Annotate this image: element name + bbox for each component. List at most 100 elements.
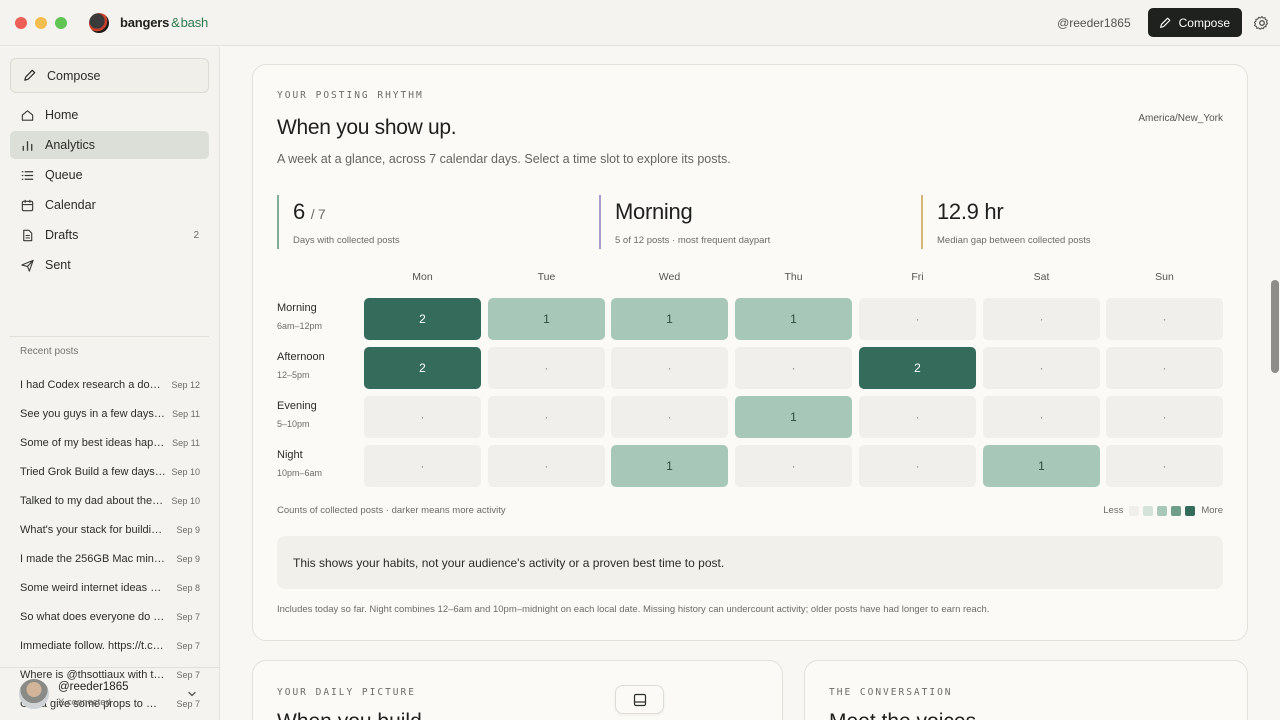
recent-post-item[interactable]: I made the 256GB Mac mini … Sep 9 — [20, 544, 200, 573]
heatmap-cell-evening-fri[interactable]: · — [859, 396, 976, 438]
day-header-thu: Thu — [784, 271, 803, 283]
heatmap-cell-afternoon-sun[interactable]: · — [1106, 347, 1223, 389]
recent-post-text: Some weird internet ideas ar… — [20, 581, 166, 594]
main-content: YOUR POSTING RHYTHM When you show up. Am… — [220, 47, 1280, 720]
heatmap-cell-afternoon-wed[interactable]: · — [611, 347, 728, 389]
sidebar-nav: Home Analytics Queue Calendar Drafts 2 S… — [10, 101, 209, 281]
recent-post-item[interactable]: I had Codex research a dom… Sep 12 — [20, 370, 200, 399]
section-title: When you show up. — [277, 116, 457, 139]
recent-post-text: Tried Grok Build a few days … — [20, 465, 166, 478]
day-header-wed: Wed — [658, 271, 681, 283]
legend-swatch-0 — [1129, 505, 1140, 516]
sidebar-item-label: Home — [45, 108, 79, 122]
recent-post-date: Sep 10 — [171, 495, 200, 506]
gear-icon[interactable] — [1254, 15, 1270, 31]
account-name: @reeder1865 — [58, 680, 129, 693]
heatmap-cell-morning-wed[interactable]: 1 — [611, 298, 728, 340]
heatmap-cell-evening-mon[interactable]: · — [364, 396, 481, 438]
heatmap-cell-evening-tue[interactable]: · — [488, 396, 605, 438]
sidebar-item-calendar[interactable]: Calendar — [10, 191, 209, 219]
recent-post-item[interactable]: Immediate follow. https://t.c… Sep 7 — [20, 631, 200, 660]
heatmap-cell-morning-tue[interactable]: 1 — [488, 298, 605, 340]
recent-post-item[interactable]: See you guys in a few days. … Sep 11 — [20, 399, 200, 428]
slot-label-night: Night 10pm–6am — [277, 449, 322, 478]
slot-range: 10pm–6am — [277, 468, 323, 478]
heatmap-cell-night-wed[interactable]: 1 — [611, 445, 728, 487]
heatmap-cell-evening-thu[interactable]: 1 — [735, 396, 852, 438]
heatmap-cell-night-mon[interactable]: · — [364, 445, 481, 487]
heatmap-cell-evening-sun[interactable]: · — [1106, 396, 1223, 438]
main-scrollbar[interactable] — [1271, 280, 1279, 373]
brand-amp: & — [171, 15, 180, 30]
recent-post-item[interactable]: What's your stack for buildin… Sep 9 — [20, 515, 200, 544]
heatmap-cell-night-fri[interactable]: · — [859, 445, 976, 487]
compose-button-label: Compose — [1178, 15, 1230, 30]
recent-post-date: Sep 8 — [176, 582, 200, 593]
heatmap-cell-evening-wed[interactable]: · — [611, 396, 728, 438]
sidebar-item-queue[interactable]: Queue — [10, 161, 209, 189]
timezone-label: America/New_York — [1138, 113, 1223, 124]
stat-median-gap: 12.9 hr Median gap between collected pos… — [921, 195, 1091, 249]
sidebar-compose-button[interactable]: Compose — [10, 58, 209, 93]
section-title: Meet the voices — [829, 710, 976, 720]
bar-chart-icon — [22, 140, 33, 151]
recent-post-date: Sep 7 — [176, 640, 200, 651]
recent-post-date: Sep 9 — [176, 524, 200, 535]
chevron-down-icon[interactable] — [187, 689, 197, 699]
heatmap-cell-night-tue[interactable]: · — [488, 445, 605, 487]
brand-accent: bash — [180, 15, 209, 30]
slot-range: 5–10pm — [277, 419, 310, 429]
toggle-panel-button[interactable] — [615, 685, 664, 714]
sidebar-item-label: Sent — [45, 258, 71, 272]
list-icon — [21, 170, 34, 180]
title-bar: bangers &bash @reeder1865 Compose — [0, 0, 1280, 46]
heatmap-cell-afternoon-mon[interactable]: 2 — [364, 347, 481, 389]
heatmap-cell-afternoon-fri[interactable]: 2 — [859, 347, 976, 389]
heatmap-cell-morning-thu[interactable]: 1 — [735, 298, 852, 340]
stat-label: Median gap between collected posts — [937, 235, 1091, 246]
zoom-window-button[interactable] — [55, 16, 67, 29]
heatmap-cell-morning-mon[interactable]: 2 — [364, 298, 481, 340]
heatmap-cell-afternoon-sat[interactable]: · — [983, 347, 1100, 389]
minimize-window-button[interactable] — [35, 16, 47, 29]
compose-button[interactable]: Compose — [1147, 8, 1242, 37]
section-eyebrow: THE CONVERSATION — [829, 687, 953, 698]
legend-less-label: Less — [1103, 505, 1124, 516]
day-header-sat: Sat — [1033, 271, 1050, 283]
sidebar-item-label: Drafts — [45, 228, 79, 242]
sidebar-item-label: Calendar — [45, 198, 96, 212]
recent-post-item[interactable]: Some weird internet ideas ar… Sep 8 — [20, 573, 200, 602]
slot-label-morning: Morning 6am–12pm — [277, 302, 322, 331]
recent-post-item[interactable]: Talked to my dad about the … Sep 10 — [20, 486, 200, 515]
panel-icon — [633, 693, 646, 706]
recent-post-item[interactable]: Some of my best ideas hap… Sep 11 — [20, 428, 200, 457]
slot-label-evening: Evening 5–10pm — [277, 400, 317, 429]
heatmap-caption: Counts of collected posts · darker means… — [277, 505, 506, 516]
heatmap-cell-morning-fri[interactable]: · — [859, 298, 976, 340]
recent-post-text: So what does everyone do … — [20, 610, 165, 623]
recent-post-item[interactable]: So what does everyone do … Sep 7 — [20, 602, 200, 631]
heatmap-cell-evening-sat[interactable]: · — [983, 396, 1100, 438]
heatmap-cell-night-thu[interactable]: · — [735, 445, 852, 487]
account-switcher[interactable]: @reeder1865 X connected — [0, 667, 219, 720]
pencil-icon — [1159, 17, 1171, 28]
heatmap-cell-morning-sat[interactable]: · — [983, 298, 1100, 340]
stat-label: 5 of 12 posts · most frequent daypart — [615, 235, 771, 246]
calendar-icon — [21, 199, 34, 211]
sidebar-item-sent[interactable]: Sent — [10, 251, 209, 279]
sidebar-item-drafts[interactable]: Drafts 2 — [10, 221, 209, 249]
sidebar-item-home[interactable]: Home — [10, 101, 209, 129]
heatmap-cell-morning-sun[interactable]: · — [1106, 298, 1223, 340]
recent-post-item[interactable]: Tried Grok Build a few days … Sep 10 — [20, 457, 200, 486]
account-status: X connected — [58, 696, 111, 708]
close-window-button[interactable] — [15, 16, 27, 29]
sidebar-item-analytics[interactable]: Analytics — [10, 131, 209, 159]
heatmap-cell-afternoon-tue[interactable]: · — [488, 347, 605, 389]
recent-post-date: Sep 9 — [176, 553, 200, 564]
stat-label: Days with collected posts — [293, 235, 400, 246]
heatmap-cell-night-sun[interactable]: · — [1106, 445, 1223, 487]
recent-post-text: I had Codex research a dom… — [20, 378, 166, 391]
heatmap-cell-afternoon-thu[interactable]: · — [735, 347, 852, 389]
heatmap-cell-night-sat[interactable]: 1 — [983, 445, 1100, 487]
section-title: When you build — [277, 710, 422, 720]
